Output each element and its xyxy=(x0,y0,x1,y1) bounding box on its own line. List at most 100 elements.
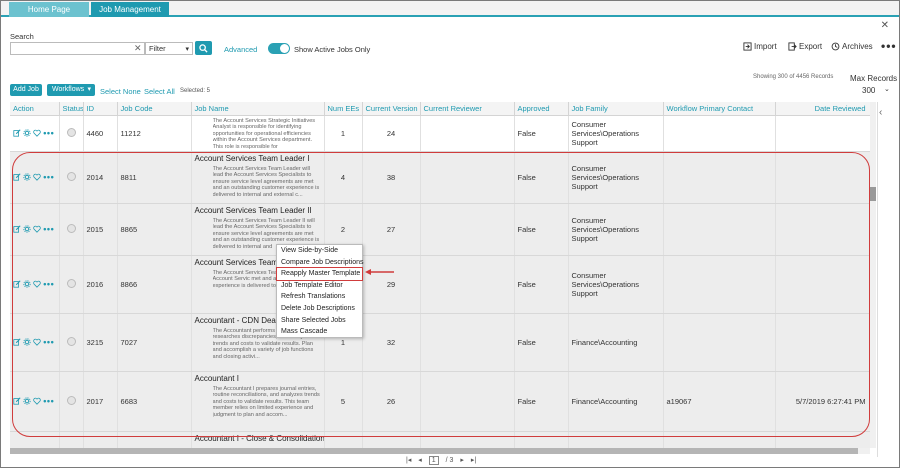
archives-button[interactable]: Archives xyxy=(831,42,873,51)
table-row[interactable]: ••• 2015 8865 Account Services Team Leader … xyxy=(10,203,870,256)
vertical-scrollbar[interactable] xyxy=(870,102,876,448)
row-job-name[interactable]: Accountant I - Close & Consolidations xyxy=(191,431,325,448)
last-page-icon[interactable]: ▸| xyxy=(471,457,476,464)
menu-item-share-selected-jobs[interactable]: Share Selected Jobs xyxy=(277,315,362,327)
row-status xyxy=(59,255,84,314)
table-row[interactable]: ••• 3215 7027 Accountant - CDN Dealer The Ac… xyxy=(10,313,870,372)
edit-icon[interactable] xyxy=(13,338,21,346)
menu-item-view-side-by-side[interactable]: View Side-by-Side xyxy=(277,245,362,257)
tab-job-management[interactable]: Job Management xyxy=(91,2,169,17)
menu-item-refresh-translations[interactable]: Refresh Translations xyxy=(277,291,362,303)
col-approved[interactable]: Approved xyxy=(514,102,569,116)
edit-icon[interactable] xyxy=(13,173,21,181)
col-date-reviewed[interactable]: Date Reviewed xyxy=(775,102,870,116)
heart-icon[interactable] xyxy=(33,397,41,405)
export-button[interactable]: Export xyxy=(788,42,822,51)
row-workflow-contact xyxy=(663,151,776,204)
row-date-reviewed xyxy=(775,151,870,204)
first-page-icon[interactable]: |◂ xyxy=(406,457,411,464)
row-job-code: 7027 xyxy=(117,313,192,372)
col-status[interactable]: Status xyxy=(59,102,84,116)
history-icon xyxy=(831,42,840,51)
row-more-icon[interactable]: ••• xyxy=(43,172,54,182)
edit-icon[interactable] xyxy=(13,225,21,233)
filter-select[interactable]: Filter ▾ xyxy=(145,42,193,55)
advanced-search-link[interactable]: Advanced xyxy=(224,45,257,54)
heart-icon[interactable] xyxy=(33,338,41,346)
row-workflow-contact xyxy=(663,255,776,314)
heart-icon[interactable] xyxy=(33,280,41,288)
vertical-scroll-thumb[interactable] xyxy=(870,187,876,201)
export-icon xyxy=(788,42,797,51)
status-indicator-icon xyxy=(66,223,76,233)
max-records-select[interactable]: 300 xyxy=(862,86,875,95)
gear-icon[interactable] xyxy=(23,397,31,405)
menu-item-compare-job-descriptions[interactable]: Compare Job Descriptions xyxy=(277,257,363,269)
chevron-down-icon[interactable]: ⌄ xyxy=(884,85,890,93)
row-id xyxy=(83,431,118,448)
job-name-title[interactable]: Accountant I xyxy=(195,374,324,383)
menu-item-job-template-editor[interactable]: Job Template Editor xyxy=(277,280,362,292)
prev-page-icon[interactable]: ◂ xyxy=(418,457,422,464)
row-job-name[interactable]: Account Services Team Leader I The Accoun… xyxy=(191,151,325,204)
chevron-left-icon[interactable]: ‹ xyxy=(879,107,882,118)
active-jobs-toggle[interactable] xyxy=(268,43,290,54)
table-body: ••• 4460 11212 The Account Services Strateg… xyxy=(10,115,870,448)
edit-icon[interactable] xyxy=(13,280,21,288)
heart-icon[interactable] xyxy=(33,173,41,181)
table-row[interactable]: ••• 2014 8811 Account Services Team Leader … xyxy=(10,151,870,204)
horizontal-scrollbar[interactable] xyxy=(10,448,870,454)
col-num-ees[interactable]: Num EEs xyxy=(324,102,363,116)
clear-search-icon[interactable]: ✕ xyxy=(134,43,142,54)
import-button[interactable]: Import xyxy=(743,42,777,51)
row-more-icon[interactable]: ••• xyxy=(43,396,54,406)
gear-icon[interactable] xyxy=(23,280,31,288)
row-workflow-contact xyxy=(663,115,776,152)
table-row[interactable]: ••• 4460 11212 The Account Services Strateg… xyxy=(10,115,870,152)
col-action[interactable]: Action xyxy=(10,102,60,116)
col-job-code[interactable]: Job Code xyxy=(117,102,192,116)
edit-icon[interactable] xyxy=(13,129,21,137)
row-job-name[interactable]: The Account Services Strategic Initiativ… xyxy=(191,115,325,152)
row-more-icon[interactable]: ••• xyxy=(43,224,54,234)
row-workflow-contact xyxy=(663,431,776,448)
row-more-icon[interactable]: ••• xyxy=(43,337,54,347)
search-input[interactable] xyxy=(10,42,145,55)
gear-icon[interactable] xyxy=(23,338,31,346)
more-options-icon[interactable]: ••• xyxy=(881,39,897,53)
menu-item-reapply-master-template[interactable]: Reapply Master Template xyxy=(276,267,363,281)
gear-icon[interactable] xyxy=(23,225,31,233)
menu-item-delete-job-descriptions[interactable]: Delete Job Descriptions xyxy=(277,303,362,315)
close-icon[interactable]: ✕ xyxy=(881,20,889,31)
col-id[interactable]: ID xyxy=(83,102,118,116)
edit-icon[interactable] xyxy=(13,397,21,405)
col-workflow-contact[interactable]: Workflow Primary Contact xyxy=(663,102,776,116)
gear-icon[interactable] xyxy=(23,129,31,137)
table-row[interactable]: ••• 2016 8866 Account Services Team Le The A… xyxy=(10,255,870,314)
row-more-icon[interactable]: ••• xyxy=(43,128,54,138)
table-row[interactable]: Accountant I - Close & Consolidations xyxy=(10,431,870,448)
table-row[interactable]: ••• 2017 6683 Accountant I The Accountant I … xyxy=(10,371,870,432)
select-all-link[interactable]: Select All xyxy=(144,87,175,96)
page-number-input[interactable]: 1 xyxy=(428,456,439,465)
gear-icon[interactable] xyxy=(23,173,31,181)
row-job-name[interactable]: Accountant I The Accountant I prepares jo… xyxy=(191,371,325,432)
job-name-title[interactable]: Account Services Team Leader II xyxy=(195,206,324,215)
horizontal-scroll-thumb[interactable] xyxy=(10,448,858,454)
heart-icon[interactable] xyxy=(33,129,41,137)
col-job-family[interactable]: Job Family xyxy=(568,102,664,116)
job-name-title[interactable]: Account Services Team Leader I xyxy=(195,154,324,163)
heart-icon[interactable] xyxy=(33,225,41,233)
col-job-name[interactable]: Job Name xyxy=(191,102,325,116)
col-current-reviewer[interactable]: Current Reviewer xyxy=(420,102,515,116)
next-page-icon[interactable]: ▸ xyxy=(460,457,464,464)
menu-item-mass-cascade[interactable]: Mass Cascade xyxy=(277,326,362,338)
workflows-button[interactable]: Workflows ▾ xyxy=(47,84,95,96)
select-none-link[interactable]: Select None xyxy=(100,87,141,96)
tab-home-page[interactable]: Home Page xyxy=(9,2,89,17)
col-current-version[interactable]: Current Version xyxy=(362,102,421,116)
job-name-title[interactable]: Accountant I - Close & Consolidations xyxy=(195,434,324,443)
add-job-button[interactable]: Add Job xyxy=(10,84,42,96)
search-button[interactable] xyxy=(195,41,212,55)
row-more-icon[interactable]: ••• xyxy=(43,279,54,289)
